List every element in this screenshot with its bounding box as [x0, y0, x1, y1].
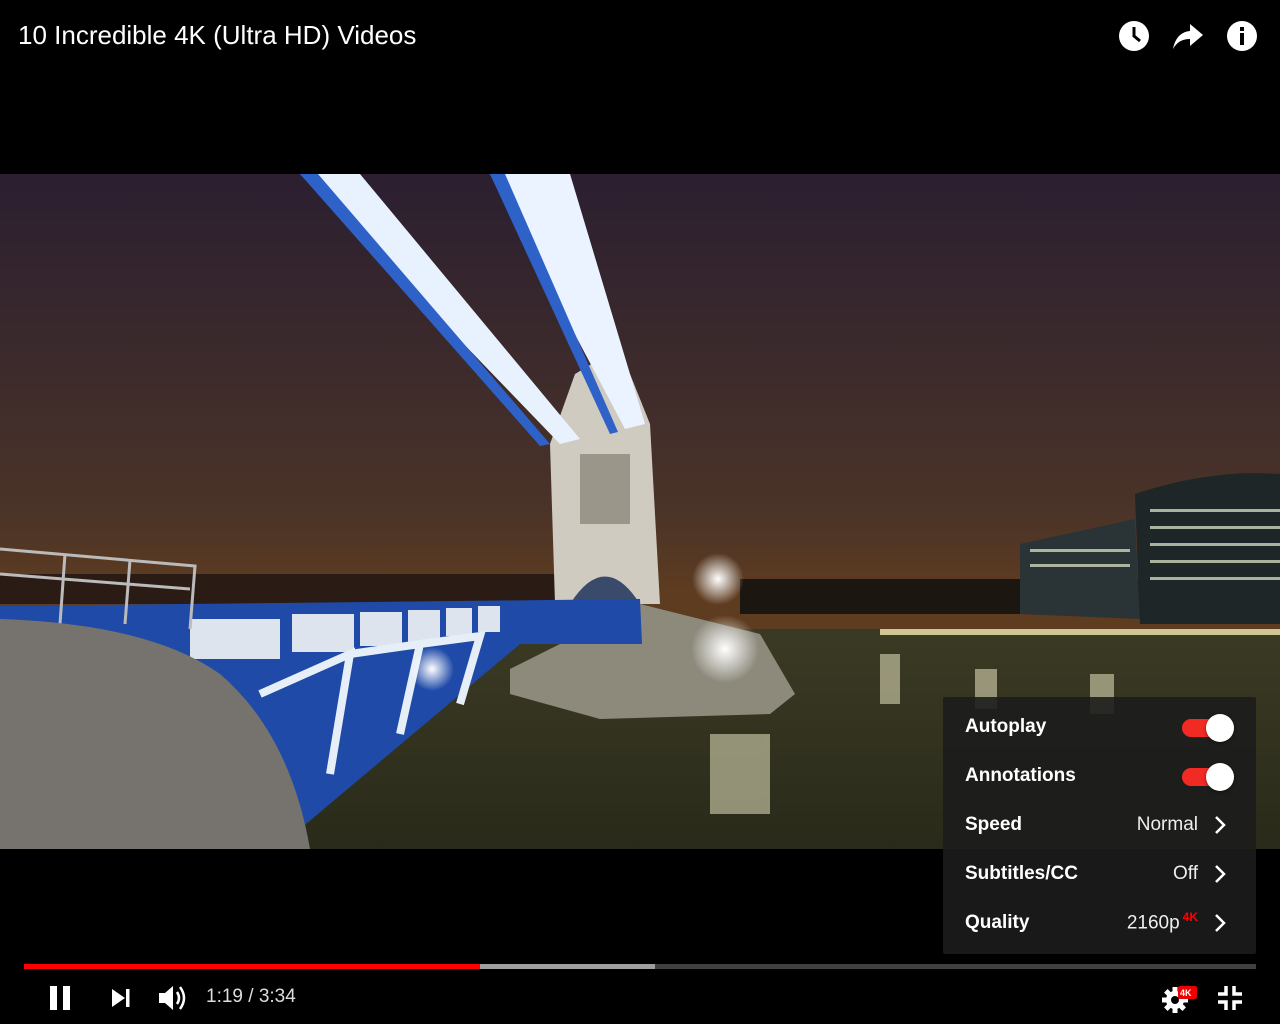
speed-label: Speed [965, 813, 1023, 835]
annotations-label: Annotations [965, 764, 1076, 786]
menu-item-annotations[interactable]: Annotations [943, 751, 1256, 800]
exit-fullscreen-button[interactable] [1214, 980, 1246, 1016]
quality-label: Quality [965, 911, 1030, 933]
autoplay-toggle[interactable] [1180, 714, 1234, 742]
subtitles-value: Off [1173, 862, 1198, 884]
menu-item-subtitles[interactable]: Subtitles/CC Off [943, 849, 1256, 898]
next-button[interactable] [106, 980, 136, 1016]
chevron-right-icon [1214, 864, 1226, 889]
watch-later-icon[interactable] [1118, 18, 1150, 54]
quality-value-wrap: 2160p 4K [1127, 910, 1198, 934]
settings-button[interactable]: 4K [1160, 980, 1198, 1016]
pause-icon [50, 986, 70, 1010]
time-display: 1:19 / 3:34 [206, 986, 296, 1008]
info-icon[interactable] [1226, 18, 1258, 54]
settings-4k-badge: 4K [1180, 988, 1192, 998]
time-current: 1:19 [206, 986, 243, 1007]
top-actions [1118, 18, 1258, 54]
pause-button[interactable] [44, 980, 76, 1016]
quality-value: 2160p [1126, 912, 1180, 934]
autoplay-toggle-knob [1206, 714, 1234, 742]
share-icon[interactable] [1172, 18, 1204, 54]
menu-item-quality[interactable]: Quality 2160p 4K [943, 898, 1256, 947]
progress-played [24, 964, 480, 969]
skip-next-icon [112, 989, 130, 1007]
chevron-right-icon [1214, 913, 1226, 938]
volume-icon [159, 986, 186, 1010]
menu-item-speed[interactable]: Speed Normal [943, 800, 1256, 849]
time-total: 3:34 [258, 986, 296, 1007]
exit-fullscreen-icon [1218, 986, 1242, 1010]
top-bar: 10 Incredible 4K (Ultra HD) Videos [0, 0, 1280, 72]
annotations-toggle-knob [1206, 763, 1234, 791]
volume-button[interactable] [156, 980, 190, 1016]
player-controls: 1:19 / 3:34 4K [0, 972, 1280, 1024]
chevron-right-icon [1214, 815, 1226, 840]
progress-bar[interactable] [24, 964, 1256, 969]
speed-value: Normal [1136, 813, 1198, 835]
time-separator: / [248, 986, 254, 1007]
settings-menu: Autoplay Annotations Speed Normal Subtit… [943, 697, 1256, 954]
gear-icon [1162, 986, 1197, 1013]
video-title[interactable]: 10 Incredible 4K (Ultra HD) Videos [18, 20, 416, 51]
autoplay-label: Autoplay [965, 715, 1047, 737]
menu-item-autoplay[interactable]: Autoplay [943, 702, 1256, 751]
annotations-toggle[interactable] [1180, 763, 1234, 791]
quality-badge: 4K [1182, 910, 1198, 925]
subtitles-label: Subtitles/CC [965, 862, 1078, 884]
